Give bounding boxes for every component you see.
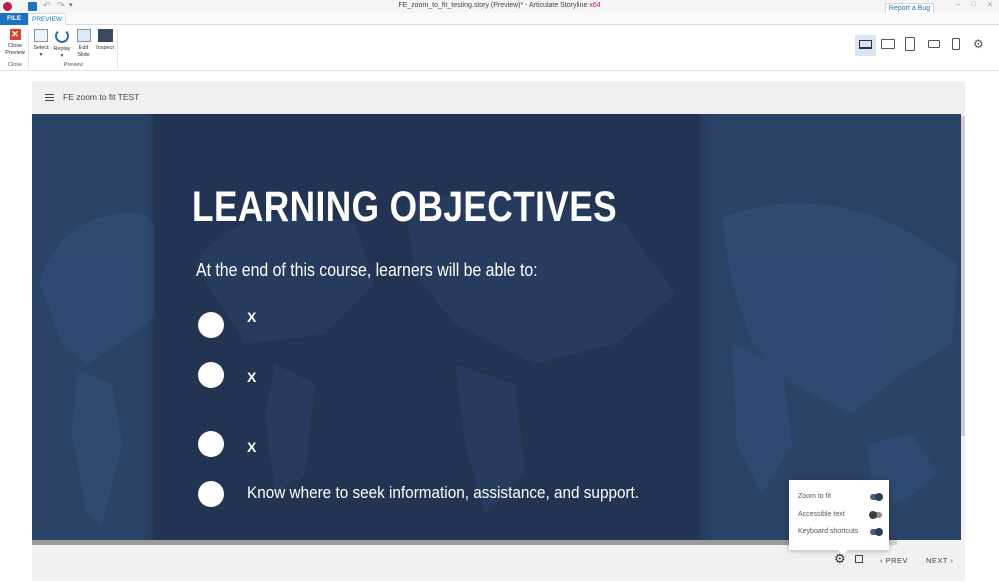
objective-bullet: [198, 312, 224, 338]
setting-label: Accessible text: [798, 511, 845, 518]
prev-button[interactable]: ‹ PREV: [880, 556, 908, 565]
replay-icon: [55, 29, 69, 43]
slide-scrollbar-thumb[interactable]: [961, 116, 965, 436]
objective-text: X: [247, 309, 257, 325]
desktop-icon[interactable]: [855, 35, 876, 56]
close-preview-label-1: Close: [7, 43, 23, 49]
page-bottom-edge: [0, 581, 999, 587]
objective-bullet: [198, 481, 224, 507]
slide-subtitle: At the end of this course, learners will…: [196, 260, 538, 280]
course-title: FE zoom to fit TEST: [63, 92, 140, 102]
setting-zoom-to-fit[interactable]: Zoom to fit: [798, 492, 883, 502]
seekbar[interactable]: [32, 540, 897, 545]
objective-text: Know where to seek information, assistan…: [247, 483, 640, 502]
close-window-icon[interactable]: ✕: [987, 1, 993, 9]
edit-slide-icon: [76, 29, 91, 42]
tablet-landscape-icon[interactable]: [881, 39, 895, 49]
setting-label: Keyboard shortcuts: [798, 528, 859, 535]
window-title-text: FE_zoom_to_fit_testing.story (Preview)* …: [398, 2, 588, 9]
select-dropdown-icon: ▾: [39, 51, 43, 58]
close-preview-icon: ✕: [9, 29, 21, 40]
maximize-icon[interactable]: □: [971, 1, 975, 8]
phone-portrait-icon[interactable]: [952, 38, 960, 50]
ribbon-tabs: FILE PREVIEW: [0, 13, 999, 25]
setting-accessible-text[interactable]: Accessible text: [798, 510, 882, 520]
content-panel: [155, 114, 699, 540]
setting-label: Zoom to fit: [798, 493, 832, 500]
slide-scrollbar[interactable]: [961, 114, 965, 540]
window-title-arch: x64: [589, 2, 601, 9]
replay-button[interactable]: Replay ▾: [52, 29, 72, 59]
edit-slide-button[interactable]: Edit Slide: [74, 29, 93, 58]
select-label: Select: [33, 45, 49, 51]
edit-slide-label-2: Slide: [77, 51, 90, 58]
objective-text: X: [247, 369, 257, 385]
accessible-text-toggle[interactable]: [869, 511, 882, 519]
inspect-button[interactable]: Inspect: [94, 29, 116, 52]
minimize-icon[interactable]: –: [956, 1, 960, 8]
preview-settings-gear-icon[interactable]: ⚙: [973, 38, 984, 50]
ribbon-group-divider: [117, 29, 118, 69]
player-header: FE zoom to fit TEST: [32, 81, 965, 114]
window-title: FE_zoom_to_fit_testing.story (Preview)* …: [0, 2, 999, 9]
group-label-close: Close: [7, 62, 23, 68]
replay-dropdown-icon: ▾: [60, 52, 64, 59]
select-icon: [34, 29, 48, 42]
objective-text: X: [247, 439, 257, 455]
close-preview-button[interactable]: ✕ Close Preview: [4, 29, 26, 56]
panel-map-texture: [195, 193, 675, 514]
tablet-portrait-icon[interactable]: [905, 37, 915, 51]
setting-keyboard-shortcuts[interactable]: Keyboard shortcuts: [798, 527, 883, 537]
objective-bullet: [198, 431, 224, 457]
hamburger-menu-icon[interactable]: [45, 94, 54, 101]
fullscreen-icon[interactable]: [855, 555, 863, 563]
inspect-icon: [97, 29, 113, 42]
player-settings-gear-icon[interactable]: ⚙: [834, 552, 846, 565]
ribbon: ✕ Close Preview Close Select ▾ Replay ▾ …: [0, 25, 999, 71]
slide-title: LEARNING OBJECTIVES: [192, 183, 618, 231]
title-bar: ↶ ↷ ▾ FE_zoom_to_fit_testing.story (Prev…: [0, 0, 999, 14]
group-label-preview: Preview: [63, 62, 84, 68]
edit-slide-label-1: Edit: [78, 45, 89, 51]
select-button[interactable]: Select ▾: [31, 29, 51, 58]
tab-preview[interactable]: PREVIEW: [28, 13, 66, 25]
seekbar-progress: [32, 540, 837, 545]
zoom-to-fit-toggle[interactable]: [870, 493, 883, 501]
keyboard-shortcuts-toggle[interactable]: [870, 528, 883, 536]
next-button[interactable]: NEXT ›: [926, 556, 953, 565]
ribbon-group-divider: [28, 29, 29, 69]
replay-label: Replay: [53, 46, 71, 52]
player-settings-popup: Zoom to fit Accessible text Keyboard sho…: [789, 480, 889, 555]
objective-bullet: [198, 362, 224, 388]
tab-file[interactable]: FILE: [0, 13, 28, 25]
course-player: FE zoom to fit TEST LEARNING OBJECTIVES …: [32, 81, 965, 581]
close-preview-label-2: Preview: [5, 49, 25, 56]
inspect-label: Inspect: [96, 45, 114, 51]
phone-landscape-icon[interactable]: [928, 40, 940, 48]
slide: LEARNING OBJECTIVES At the end of this c…: [32, 114, 961, 540]
